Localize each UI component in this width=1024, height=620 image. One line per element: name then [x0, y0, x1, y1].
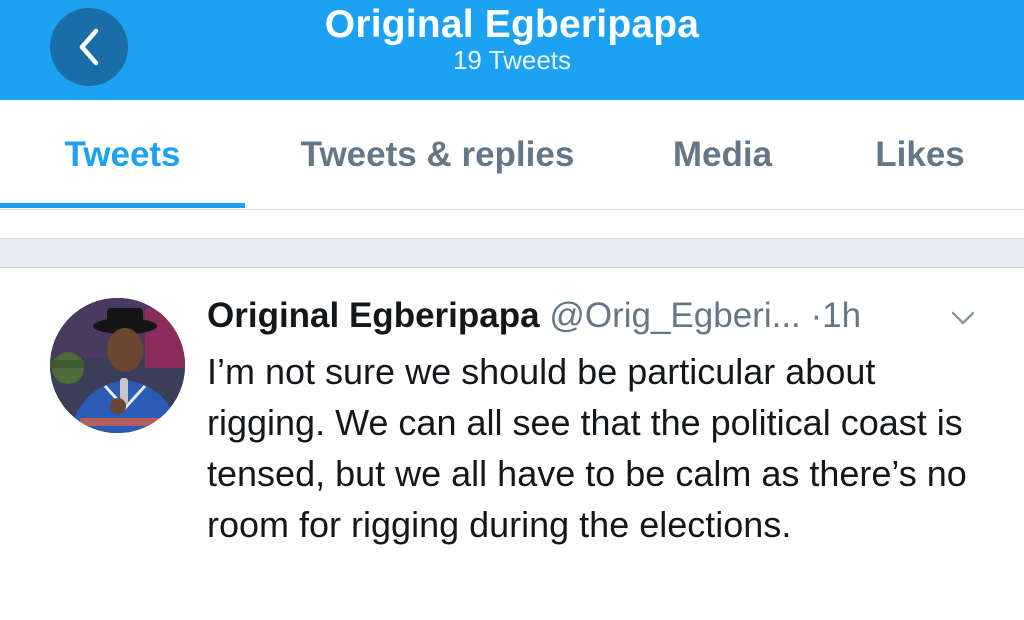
tab-likes[interactable]: Likes [840, 100, 1000, 210]
tweet-count: 19 Tweets [452, 45, 572, 75]
tweet-timestamp[interactable]: 1h [822, 296, 861, 335]
tweet-meta-separator: · [810, 296, 823, 335]
tabs-divider [0, 209, 1024, 210]
tweet-item[interactable]: Original Egberipapa @Orig_Egberi... ·1h … [0, 268, 1024, 620]
profile-header: Original Egberipapa 19 Tweets [0, 0, 1024, 100]
tweet-menu-button[interactable] [948, 308, 978, 328]
tweet-header: Original Egberipapa @Orig_Egberi... ·1h [207, 294, 861, 338]
tab-media[interactable]: Media [640, 100, 805, 210]
tweet-body: I’m not sure we should be particular abo… [207, 351, 967, 545]
tweet-author-name[interactable]: Original Egberipapa [207, 296, 540, 335]
chevron-down-icon [951, 311, 975, 325]
avatar[interactable] [50, 298, 185, 433]
profile-tabs: Tweets Tweets & replies Media Likes [0, 100, 1024, 210]
tab-tweets-and-replies[interactable]: Tweets & replies [260, 100, 615, 210]
active-tab-indicator [0, 203, 245, 208]
profile-name-title: Original Egberipapa [324, 3, 700, 46]
tweet-author-handle[interactable]: @Orig_Egberi... [549, 296, 800, 335]
section-separator [0, 238, 1024, 268]
tab-tweets[interactable]: Tweets [0, 100, 245, 210]
